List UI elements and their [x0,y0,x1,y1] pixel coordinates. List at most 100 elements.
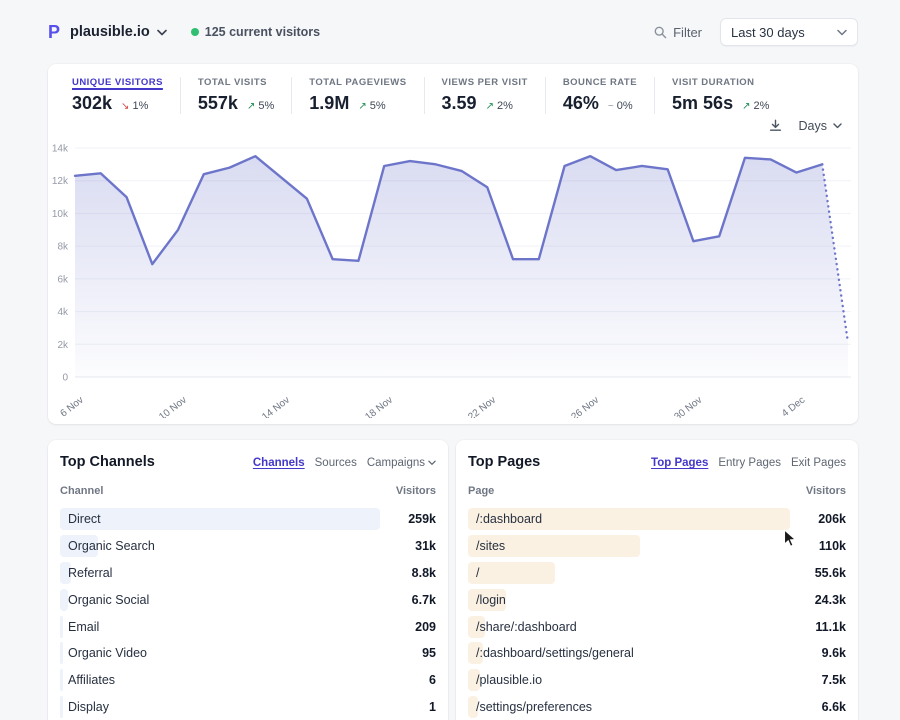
stat-label: TOTAL PAGEVIEWS [309,77,406,88]
row-bar-wrap: /sites [468,535,790,557]
stat-value: 5m 56s [672,93,733,114]
stat-label: VISIT DURATION [672,77,769,88]
stat-visit-duration[interactable]: VISIT DURATION 5m 56s↗ 2% [654,77,786,114]
column-header-visitors: Visitors [806,485,846,497]
table-row[interactable]: Email 209 [60,613,436,640]
live-dot-icon [191,28,199,36]
row-bar [60,696,63,718]
table-row[interactable]: /login 24.3k [468,586,846,613]
table-row[interactable]: / 55.6k [468,560,846,587]
y-axis-tick-label: 8k [57,242,69,253]
x-axis-tick-label: 4 Dec [780,395,807,418]
table-row[interactable]: Direct 259k [60,506,436,533]
top-pages-title: Top Pages [468,454,540,470]
row-label[interactable]: /login [476,593,506,607]
x-axis-tick-label: 10 Nov [157,395,189,418]
table-row[interactable]: /plausible.io 7.5k [468,667,846,694]
interval-dropdown[interactable]: Days [799,119,842,133]
top-channels-panel: Top Channels Channels Sources Campaigns … [48,440,448,720]
chart-panel: UNIQUE VISITORS 302k↘ 1% TOTAL VISITS 55… [48,64,858,424]
row-bar [60,642,63,664]
table-row[interactable]: /:dashboard 206k [468,506,846,533]
stat-views-per-visit[interactable]: VIEWS PER VISIT 3.59↗ 2% [424,77,545,114]
stat-delta: ↘ 1% [121,100,148,112]
table-row[interactable]: /share/:dashboard 11.1k [468,613,846,640]
tab-top-pages[interactable]: Top Pages [651,457,708,469]
row-bar [60,508,380,530]
row-label[interactable]: /:dashboard/settings/general [476,646,634,660]
table-row[interactable]: Display 1 [60,694,436,720]
row-value: 24.3k [800,593,846,607]
visitors-chart[interactable]: 02k4k6k8k10k12k14k6 Nov10 Nov14 Nov18 No… [48,140,858,420]
row-label[interactable]: /share/:dashboard [476,620,577,634]
tab-exit-pages[interactable]: Exit Pages [791,457,846,469]
row-label[interactable]: /settings/preferences [476,700,592,714]
table-row[interactable]: Organic Video 95 [60,640,436,667]
tab-sources[interactable]: Sources [315,457,357,469]
site-switcher[interactable]: plausible.io [70,24,167,40]
row-label[interactable]: / [476,566,479,580]
x-axis-tick-label: 6 Nov [58,395,85,418]
stat-unique-visitors[interactable]: UNIQUE VISITORS 302k↘ 1% [72,77,180,114]
row-label[interactable]: Organic Social [68,593,149,607]
chart-controls: Days [768,118,842,133]
table-row[interactable]: Organic Social 6.7k [60,586,436,613]
row-bar-wrap: Referral [60,562,380,584]
tab-campaigns[interactable]: Campaigns [367,457,436,469]
row-label[interactable]: /:dashboard [476,512,542,526]
row-label[interactable]: Email [68,620,99,634]
y-axis-tick-label: 12k [52,176,69,187]
row-value: 259k [390,512,436,526]
row-label[interactable]: Affiliates [68,673,115,687]
stat-delta: ~ 0% [608,100,633,112]
row-label[interactable]: Organic Search [68,539,155,553]
y-axis-tick-label: 10k [52,209,69,220]
channels-tabs: Channels Sources Campaigns [253,457,436,469]
y-axis-tick-label: 4k [57,307,69,318]
filter-label: Filter [673,25,702,40]
stat-value: 1.9M [309,93,349,114]
stat-label: TOTAL VISITS [198,77,274,88]
trend-arrow-icon: ↗ [358,101,366,112]
table-row[interactable]: Organic Search 31k [60,533,436,560]
chevron-down-icon [428,460,436,466]
row-label[interactable]: Referral [68,566,112,580]
row-value: 110k [800,539,846,553]
row-label[interactable]: Direct [68,512,101,526]
row-bar [60,616,63,638]
row-label[interactable]: Organic Video [68,646,147,660]
current-visitors-label: 125 current visitors [205,25,320,39]
row-bar-wrap: /login [468,589,790,611]
table-row[interactable]: /:dashboard/settings/general 9.6k [468,640,846,667]
stat-total-pageviews[interactable]: TOTAL PAGEVIEWS 1.9M↗ 5% [291,77,423,114]
row-label[interactable]: Display [68,700,109,714]
row-label[interactable]: /plausible.io [476,673,542,687]
current-visitors[interactable]: 125 current visitors [191,25,320,39]
row-value: 8.8k [390,566,436,580]
site-name: plausible.io [70,24,150,40]
stat-total-visits[interactable]: TOTAL VISITS 557k↗ 5% [180,77,291,114]
chart-area-fill [75,156,848,377]
stat-value: 557k [198,93,238,114]
download-icon[interactable] [768,118,783,133]
stat-bounce-rate[interactable]: BOUNCE RATE 46%~ 0% [545,77,654,114]
tab-entry-pages[interactable]: Entry Pages [718,457,781,469]
date-range-picker[interactable]: Last 30 days [720,18,858,46]
row-label[interactable]: /sites [476,539,505,553]
interval-label: Days [799,119,827,133]
row-bar-wrap: /share/:dashboard [468,616,790,638]
y-axis-tick-label: 2k [57,340,69,351]
row-bar-wrap: Organic Search [60,535,380,557]
table-row[interactable]: Referral 8.8k [60,560,436,587]
table-row[interactable]: /settings/preferences 6.6k [468,694,846,720]
x-axis-tick-label: 14 Nov [260,395,292,418]
chevron-down-icon [837,29,847,36]
stat-label: BOUNCE RATE [563,77,637,88]
tab-channels[interactable]: Channels [253,457,305,469]
row-bar-wrap: / [468,562,790,584]
stat-label: UNIQUE VISITORS [72,77,163,88]
table-row[interactable]: Affiliates 6 [60,667,436,694]
filter-button[interactable]: Filter [654,25,702,40]
column-header-channel: Channel [60,485,103,497]
table-row[interactable]: /sites 110k [468,533,846,560]
